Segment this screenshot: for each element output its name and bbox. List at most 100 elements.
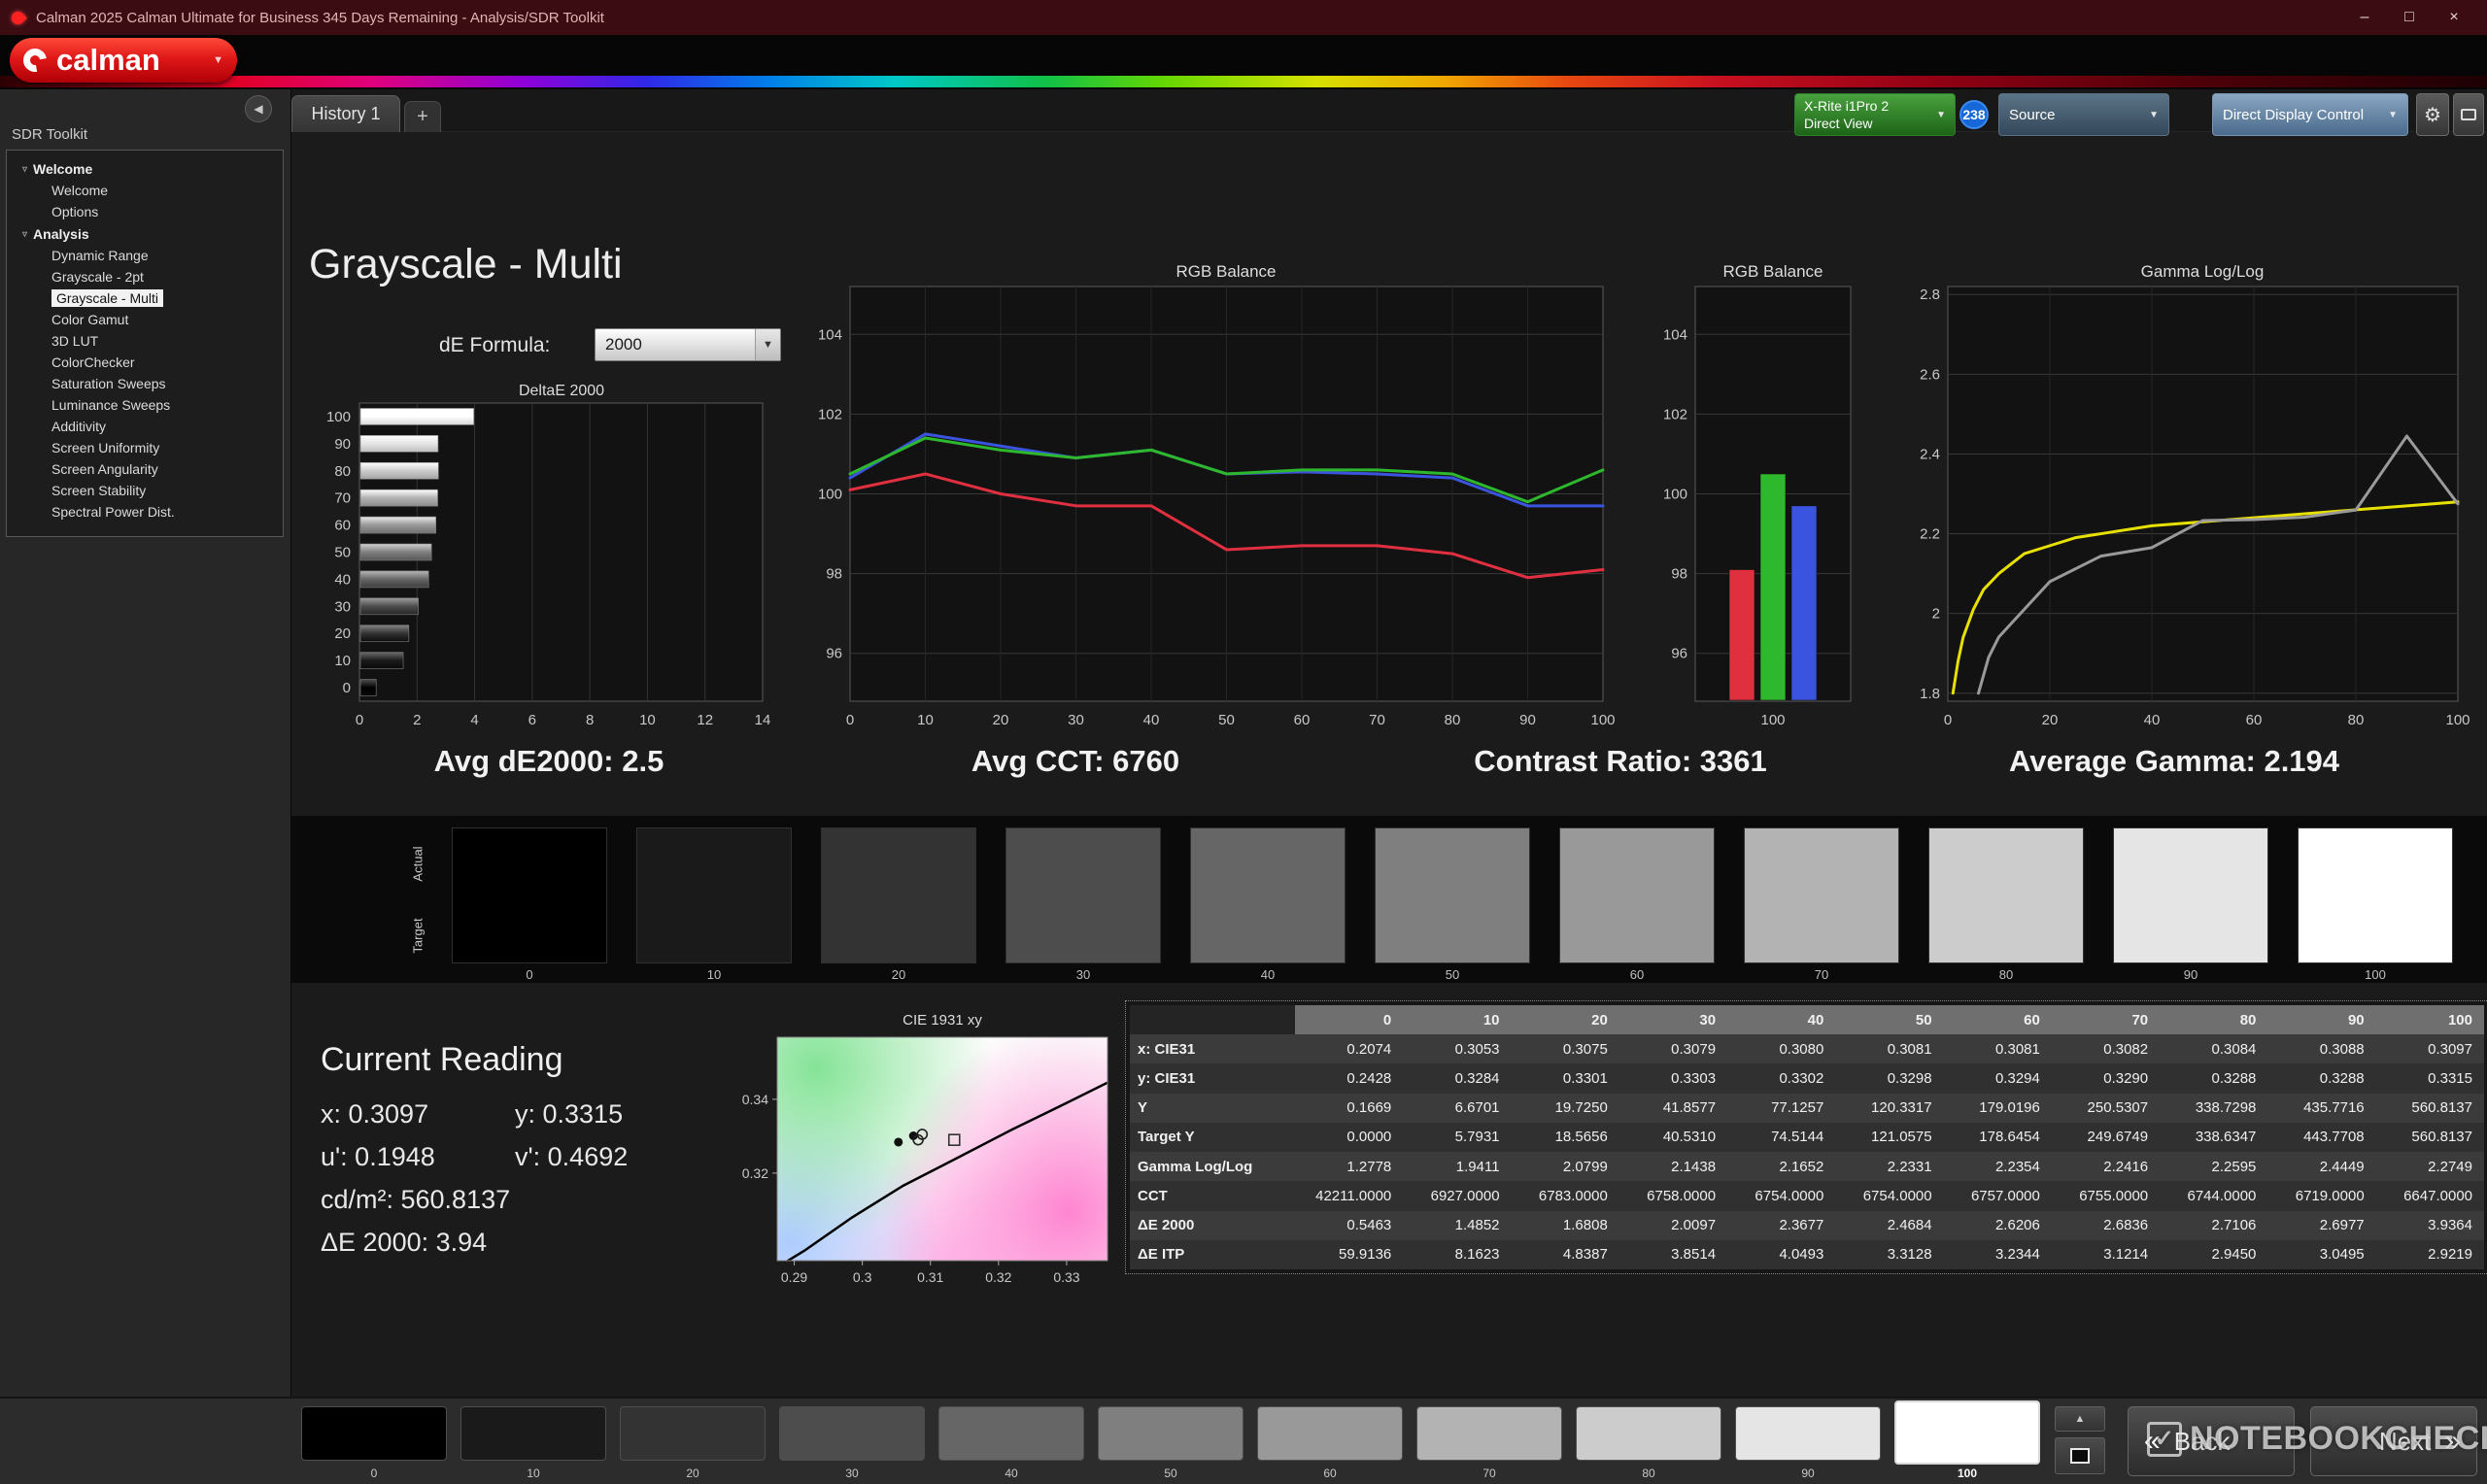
swatch-level-label: 60 [1629, 967, 1645, 982]
swatch-level-label: 30 [1075, 967, 1091, 982]
pattern-button-label: 60 [1323, 1467, 1337, 1480]
display-control-dropdown[interactable]: Direct Display Control ▼ [2212, 93, 2408, 136]
grayscale-swatch-50 [1375, 827, 1530, 963]
table-cell: 0.3081 [1887, 1040, 1932, 1058]
sidebar-group-analysis[interactable]: ▿ Analysis [7, 222, 283, 245]
pattern-button-60[interactable] [1257, 1406, 1403, 1461]
pattern-button-20[interactable] [620, 1406, 766, 1461]
table-cell: 6783.0000 [1538, 1187, 1608, 1204]
swatch-level-label: 40 [1260, 967, 1276, 982]
table-cell: 0.3082 [2103, 1040, 2149, 1058]
table-cell: 443.7708 [2303, 1129, 2365, 1146]
sidebar-item-dynamic-range[interactable]: Dynamic Range [7, 245, 283, 266]
actual-row-label: Actual [410, 846, 426, 882]
svg-text:100: 100 [1760, 712, 1785, 728]
pattern-button-40[interactable] [938, 1406, 1084, 1461]
maximize-button[interactable]: □ [2388, 3, 2431, 32]
current-reading-title: Current Reading [321, 1041, 563, 1078]
sidebar-item-label: Saturation Sweeps [51, 376, 166, 391]
target-row-label: Target [410, 918, 426, 954]
svg-text:0.32: 0.32 [985, 1269, 1011, 1285]
back-button-label: Back [2173, 1426, 2231, 1456]
table-cell: 338.6347 [2195, 1129, 2257, 1146]
sidebar-group-welcome[interactable]: ▿ Welcome [7, 157, 283, 180]
pattern-button-50[interactable] [1098, 1406, 1244, 1461]
table-row: Y 0.1669 6.6701 19.7250 41.8577 77.1257 120.33… [1130, 1093, 2484, 1123]
pattern-button-100[interactable] [1894, 1400, 2040, 1465]
sidebar-item-spectral-power-dist[interactable]: Spectral Power Dist. [7, 501, 283, 523]
svg-text:1.8: 1.8 [1920, 686, 1940, 702]
pattern-button-label: 30 [845, 1467, 859, 1480]
calman-logo[interactable]: calman ▼ [10, 38, 237, 83]
reading-x: x: 0.3097 [321, 1099, 429, 1129]
display-control-label: Direct Display Control [2223, 106, 2365, 123]
sidebar-item-screen-uniformity[interactable]: Screen Uniformity [7, 437, 283, 458]
sidebar-item-3d-lut[interactable]: 3D LUT [7, 330, 283, 352]
display-power-button[interactable] [2453, 93, 2484, 136]
table-cell: 2.0799 [1562, 1158, 1608, 1175]
back-button[interactable]: « Back [2128, 1406, 2295, 1476]
table-cell: 3.1214 [2103, 1246, 2149, 1264]
table-row: x: CIE31 0.2074 0.3053 0.3075 0.3079 0.3080 0.… [1130, 1034, 2484, 1064]
sidebar-item-colorchecker[interactable]: ColorChecker [7, 352, 283, 373]
pattern-button-10[interactable] [460, 1406, 606, 1461]
table-cell: 4.0493 [1779, 1246, 1824, 1264]
settings-gear-button[interactable]: ⚙ [2416, 93, 2449, 136]
svg-text:0: 0 [343, 680, 351, 696]
sidebar-item-saturation-sweeps[interactable]: Saturation Sweeps [7, 373, 283, 394]
sidebar-item-screen-stability[interactable]: Screen Stability [7, 480, 283, 501]
sidebar-item-label: Screen Stability [51, 483, 147, 498]
pattern-button-label: 40 [1005, 1467, 1018, 1480]
de-formula-select[interactable]: 2000 ▼ [595, 328, 781, 361]
grayscale-swatch-60 [1559, 827, 1715, 963]
pattern-button-30[interactable] [779, 1406, 925, 1461]
sidebar-item-welcome[interactable]: Welcome [7, 180, 283, 201]
pattern-button-80[interactable] [1576, 1406, 1721, 1461]
logo-dropdown-icon[interactable]: ▼ [213, 54, 223, 66]
sidebar-item-luminance-sweeps[interactable]: Luminance Sweeps [7, 394, 283, 416]
table-cell: 250.5307 [2087, 1099, 2149, 1117]
pattern-button-90[interactable] [1735, 1406, 1881, 1461]
table-cell: 120.3317 [1871, 1099, 1932, 1117]
svg-text:70: 70 [334, 490, 351, 507]
table-cell: 338.7298 [2195, 1099, 2257, 1117]
tab-add-button[interactable]: + [404, 101, 441, 132]
svg-text:2.4: 2.4 [1920, 446, 1940, 462]
sidebar-item-grayscale-2pt[interactable]: Grayscale - 2pt [7, 266, 283, 287]
table-cell: 0.1669 [1346, 1099, 1392, 1117]
table-cell: 2.4449 [2319, 1158, 2365, 1175]
sidebar-item-screen-angularity[interactable]: Screen Angularity [7, 458, 283, 480]
close-button[interactable]: × [2433, 3, 2475, 32]
pattern-button-0[interactable] [301, 1406, 447, 1461]
table-cell: 2.1652 [1779, 1158, 1824, 1175]
sidebar-group-label: Welcome [33, 161, 93, 177]
table-cell: 41.8577 [1662, 1099, 1717, 1117]
minimize-button[interactable]: – [2343, 3, 2386, 32]
svg-text:50: 50 [334, 545, 351, 561]
contrast-ratio-stat: Contrast Ratio: 3361 [1474, 744, 1767, 778]
table-cell: 179.0196 [1979, 1099, 2040, 1117]
svg-text:2.6: 2.6 [1920, 366, 1940, 383]
calman-c-icon [18, 44, 51, 77]
next-button[interactable]: Next » [2310, 1406, 2477, 1476]
meter-dropdown[interactable]: X-Rite i1Pro 2 Direct View ▼ [1794, 93, 1956, 136]
sidebar-collapse-button[interactable]: ◀ [245, 95, 272, 122]
sidebar-item-additivity[interactable]: Additivity [7, 416, 283, 437]
table-cell: 0.3294 [1994, 1069, 2040, 1087]
meter-name: X-Rite i1Pro 2 [1804, 97, 1890, 114]
table-corner-cell [1130, 1005, 1295, 1034]
sidebar-item-grayscale-multi[interactable]: Grayscale - Multi [7, 287, 283, 309]
tab-history-1[interactable]: History 1 [291, 95, 400, 132]
swatch-level-label: 70 [1814, 967, 1829, 982]
pattern-button-70[interactable] [1416, 1406, 1562, 1461]
svg-text:20: 20 [993, 712, 1009, 728]
sidebar-item-options[interactable]: Options [7, 201, 283, 222]
pattern-window-button[interactable] [2055, 1437, 2105, 1474]
svg-text:0: 0 [1944, 712, 1952, 728]
sidebar-item-color-gamut[interactable]: Color Gamut [7, 309, 283, 330]
grayscale-swatch-40 [1190, 827, 1346, 963]
source-dropdown[interactable]: Source ▼ [1998, 93, 2169, 136]
pattern-up-button[interactable]: ▲ [2055, 1406, 2105, 1432]
table-cell: 8.1623 [1454, 1246, 1500, 1264]
table-cell: 6758.0000 [1647, 1187, 1717, 1204]
